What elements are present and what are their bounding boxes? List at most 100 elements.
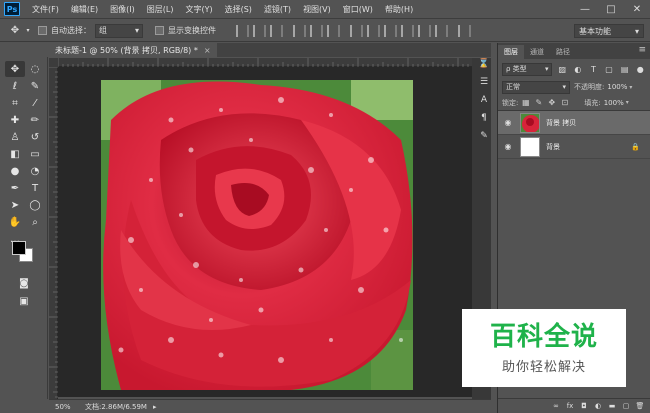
layer-filter-dropdown[interactable]: ρ 类型 ▾ [502, 62, 553, 76]
chevron-down-icon[interactable]: ▾ [24, 23, 32, 39]
fill-input[interactable]: 100% [604, 99, 626, 107]
distribute-hcenter-icon[interactable] [418, 24, 431, 37]
brush-panel-icon[interactable]: ✎ [475, 127, 493, 145]
align-right-icon[interactable] [327, 24, 340, 37]
properties-panel-icon[interactable]: ☰ [475, 73, 493, 91]
align-left-icon[interactable] [293, 24, 306, 37]
screen-mode-icon[interactable]: ▣ [14, 293, 34, 309]
tab-layers[interactable]: 图层 [498, 45, 524, 59]
dodge-tool-icon[interactable]: ◔ [25, 163, 45, 179]
gradient-tool-icon[interactable]: ▭ [25, 146, 45, 162]
healing-brush-icon[interactable]: ✚ [5, 112, 25, 128]
align-vcenter-icon[interactable] [253, 24, 266, 37]
minimize-button[interactable]: — [572, 0, 598, 19]
menu-image[interactable]: 图像(I) [104, 4, 141, 15]
layer-row[interactable]: ◉ 背景 拷贝 [498, 111, 650, 135]
chevron-down-icon[interactable]: ▾ [626, 99, 629, 106]
history-brush-icon[interactable]: ↺ [25, 129, 45, 145]
menu-layer[interactable]: 图层(L) [141, 4, 180, 15]
blend-mode-dropdown[interactable]: 正常 ▾ [502, 80, 570, 94]
lock-position-icon[interactable]: ✥ [546, 97, 557, 108]
path-select-icon[interactable]: ➤ [5, 197, 25, 213]
lock-icon: 🔒 [631, 142, 640, 151]
status-menu-icon[interactable]: ▸ [153, 403, 157, 411]
document-size[interactable]: 文档:2.86M/6.59M [85, 402, 147, 412]
type-tool-icon[interactable]: T [25, 180, 45, 196]
auto-select-dropdown[interactable]: 组 ▾ [95, 23, 143, 38]
type-filter-icon[interactable]: T [588, 63, 600, 75]
marquee-tool-icon[interactable]: ◌ [25, 61, 45, 77]
close-button[interactable]: ✕ [624, 0, 650, 19]
eye-icon[interactable]: ◉ [502, 117, 514, 129]
align-top-icon[interactable] [236, 24, 249, 37]
align-hcenter-icon[interactable] [310, 24, 323, 37]
quick-select-tool-icon[interactable]: ✎ [25, 78, 45, 94]
distribute-bottom-icon[interactable] [384, 24, 397, 37]
paragraph-panel-icon[interactable]: ¶ [475, 109, 493, 127]
tab-channels[interactable]: 通道 [524, 45, 550, 59]
zoom-tool-icon[interactable]: ⌕ [25, 214, 45, 230]
tools-panel: ✥ ◌ ℓ ✎ ⌗ ⁄ ✚ ✏ ♙ ↺ ◧ ▭ ● ◔ ✒ T ➤ ◯ ✋ ⌕ … [0, 57, 48, 399]
hand-tool-icon[interactable]: ✋ [5, 214, 25, 230]
quick-mask-icon[interactable]: ◙ [14, 275, 34, 291]
link-icon[interactable]: ∞ [549, 400, 563, 412]
menu-window[interactable]: 窗口(W) [337, 4, 379, 15]
character-panel-icon[interactable]: A [475, 91, 493, 109]
clone-stamp-icon[interactable]: ♙ [5, 129, 25, 145]
brush-tool-icon[interactable]: ✏ [25, 112, 45, 128]
distribute-right-icon[interactable] [435, 24, 448, 37]
lasso-tool-icon[interactable]: ℓ [5, 78, 25, 94]
maximize-button[interactable]: □ [598, 0, 624, 19]
rose-image[interactable] [101, 80, 413, 390]
fx-icon[interactable]: fx [563, 400, 577, 412]
document-tab[interactable]: 未标题-1 @ 50% (背景 拷贝, RGB/8) * × [49, 43, 217, 57]
menu-edit[interactable]: 编辑(E) [65, 4, 104, 15]
auto-align-icon[interactable] [458, 24, 471, 37]
align-bottom-icon[interactable] [270, 24, 283, 37]
menu-type[interactable]: 文字(Y) [179, 4, 218, 15]
workspace-dropdown[interactable]: 基本功能 ▾ [574, 24, 644, 38]
menu-help[interactable]: 帮助(H) [379, 4, 419, 15]
eraser-tool-icon[interactable]: ◧ [5, 146, 25, 162]
adjustment-filter-icon[interactable]: ◐ [572, 63, 584, 75]
distribute-top-icon[interactable] [350, 24, 363, 37]
menu-file[interactable]: 文件(F) [26, 4, 65, 15]
menu-filter[interactable]: 滤镜(T) [258, 4, 297, 15]
close-tab-icon[interactable]: × [204, 46, 211, 55]
auto-select-checkbox[interactable] [38, 26, 47, 35]
filter-toggle-icon[interactable]: ● [634, 63, 646, 75]
show-transform-checkbox[interactable] [155, 26, 164, 35]
lock-all-icon[interactable]: ⊡ [559, 97, 570, 108]
move-tool-icon[interactable]: ✥ [5, 61, 25, 77]
foreground-color[interactable] [12, 241, 26, 255]
adjustment-icon[interactable]: ◐ [591, 400, 605, 412]
trash-icon[interactable]: 🗑 [633, 400, 647, 412]
folder-icon[interactable]: ▬ [605, 400, 619, 412]
lock-transparent-icon[interactable]: ▦ [520, 97, 531, 108]
history-panel-icon[interactable]: ⌛ [475, 55, 493, 73]
shape-filter-icon[interactable]: ▢ [603, 63, 615, 75]
menu-view[interactable]: 视图(V) [297, 4, 337, 15]
mask-icon[interactable]: ◘ [577, 400, 591, 412]
distribute-vcenter-icon[interactable] [367, 24, 380, 37]
smart-object-filter-icon[interactable]: ▤ [619, 63, 631, 75]
shape-tool-icon[interactable]: ◯ [25, 197, 45, 213]
new-layer-icon[interactable]: ▢ [619, 400, 633, 412]
layer-row[interactable]: ◉ 背景 🔒 [498, 135, 650, 159]
zoom-level[interactable]: 50% [49, 403, 81, 411]
eyedropper-tool-icon[interactable]: ⁄ [25, 95, 45, 111]
chevron-down-icon[interactable]: ▾ [629, 84, 632, 91]
blur-tool-icon[interactable]: ● [5, 163, 25, 179]
distribute-left-icon[interactable] [401, 24, 414, 37]
pen-tool-icon[interactable]: ✒ [5, 180, 25, 196]
pixel-filter-icon[interactable]: ▨ [556, 63, 568, 75]
menu-select[interactable]: 选择(S) [219, 4, 258, 15]
panel-menu-icon[interactable]: ≡ [638, 45, 646, 55]
opacity-input[interactable]: 100% [607, 83, 629, 91]
lock-image-icon[interactable]: ✎ [533, 97, 544, 108]
move-tool-icon[interactable]: ✥ [6, 23, 24, 39]
crop-tool-icon[interactable]: ⌗ [5, 95, 25, 111]
tab-paths[interactable]: 路径 [550, 45, 576, 59]
eye-icon[interactable]: ◉ [502, 141, 514, 153]
document-tab-title: 未标题-1 @ 50% (背景 拷贝, RGB/8) * [55, 45, 198, 55]
